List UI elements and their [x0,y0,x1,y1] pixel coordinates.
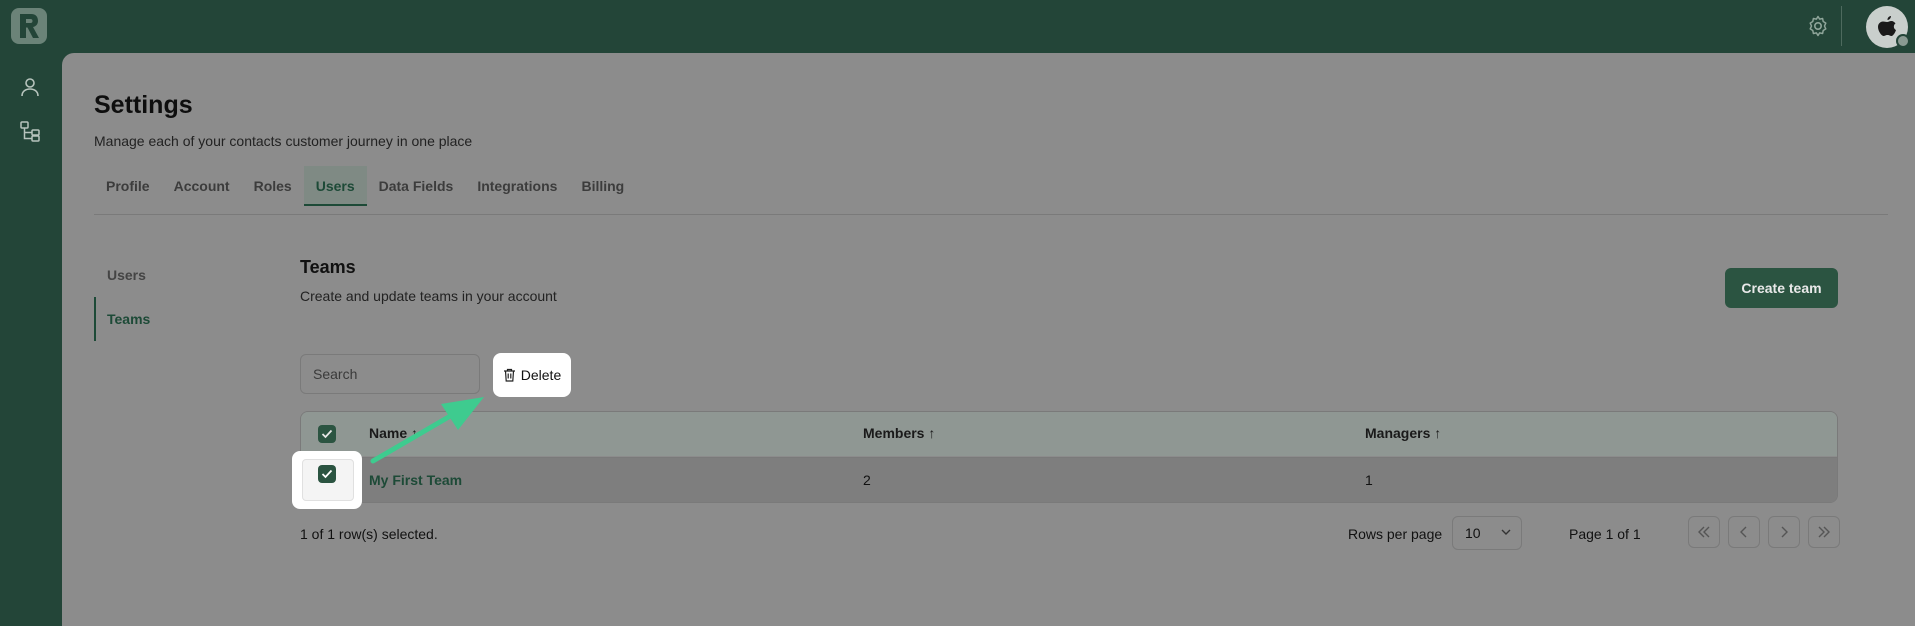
top-bar [0,0,1915,53]
tab-roles[interactable]: Roles [242,166,304,206]
tab-integrations[interactable]: Integrations [465,166,569,206]
table-row[interactable]: My First Team 2 1 [301,457,1837,502]
page-title: Settings [94,91,193,119]
subnav-item-users[interactable]: Users [94,253,234,297]
tab-profile[interactable]: Profile [94,166,162,206]
tab-billing[interactable]: Billing [569,166,636,206]
users-subnav: Users Teams [94,253,234,341]
chevron-left-icon [1740,526,1747,538]
column-header-name[interactable]: Name ↑ [369,425,418,441]
rows-per-page-select[interactable]: 10 [1452,516,1522,550]
section-subtitle: Create and update teams in your account [300,288,557,304]
rows-per-page-label: Rows per page [1348,526,1443,542]
header-divider [1841,6,1842,46]
row-checkbox-highlight [292,451,362,509]
column-header-members[interactable]: Members ↑ [863,425,935,441]
settings-panel: Settings Manage each of your contacts cu… [62,53,1915,626]
row-select-checkbox[interactable] [318,465,336,483]
app-logo[interactable] [11,8,47,44]
delete-button[interactable]: Delete [493,353,571,397]
gear-icon[interactable] [1806,14,1830,38]
search-input[interactable]: Search [300,354,480,394]
chevron-down-icon [1501,529,1511,535]
teams-table: Name ↑ Members ↑ Managers ↑ My First Tea… [300,411,1838,503]
tabs-divider [94,214,1888,215]
previous-page-button[interactable] [1728,516,1760,548]
members-count: 2 [863,472,871,488]
table-header: Name ↑ Members ↑ Managers ↑ [301,412,1837,456]
page-indicator: Page 1 of 1 [1569,526,1641,542]
rows-per-page-value: 10 [1465,525,1481,541]
managers-count: 1 [1365,472,1373,488]
selection-status: 1 of 1 row(s) selected. [300,526,438,542]
create-team-button[interactable]: Create team [1725,268,1838,308]
tab-users[interactable]: Users [303,166,367,206]
user-icon[interactable] [18,75,42,99]
subnav-item-teams[interactable]: Teams [94,297,234,341]
apple-icon [1878,16,1896,36]
status-indicator [1896,34,1910,48]
select-all-checkbox[interactable] [318,425,336,443]
org-chart-icon[interactable] [18,119,42,143]
chevrons-right-icon [1818,526,1830,538]
logo-mark-icon [20,14,39,38]
page-subtitle: Manage each of your contacts customer jo… [94,133,473,149]
team-name-link[interactable]: My First Team [369,472,462,488]
check-icon [321,469,333,479]
settings-tabs: Profile Account Roles Users Data Fields … [94,166,636,206]
section-title: Teams [300,257,356,277]
next-page-button[interactable] [1768,516,1800,548]
chevrons-left-icon [1698,526,1710,538]
tab-account[interactable]: Account [162,166,242,206]
delete-label: Delete [520,367,562,383]
first-page-button[interactable] [1688,516,1720,548]
column-header-managers[interactable]: Managers ↑ [1365,425,1441,441]
chevron-right-icon [1781,526,1788,538]
tab-data-fields[interactable]: Data Fields [367,166,466,206]
check-icon [321,429,333,439]
trash-icon [503,368,515,382]
last-page-button[interactable] [1808,516,1840,548]
